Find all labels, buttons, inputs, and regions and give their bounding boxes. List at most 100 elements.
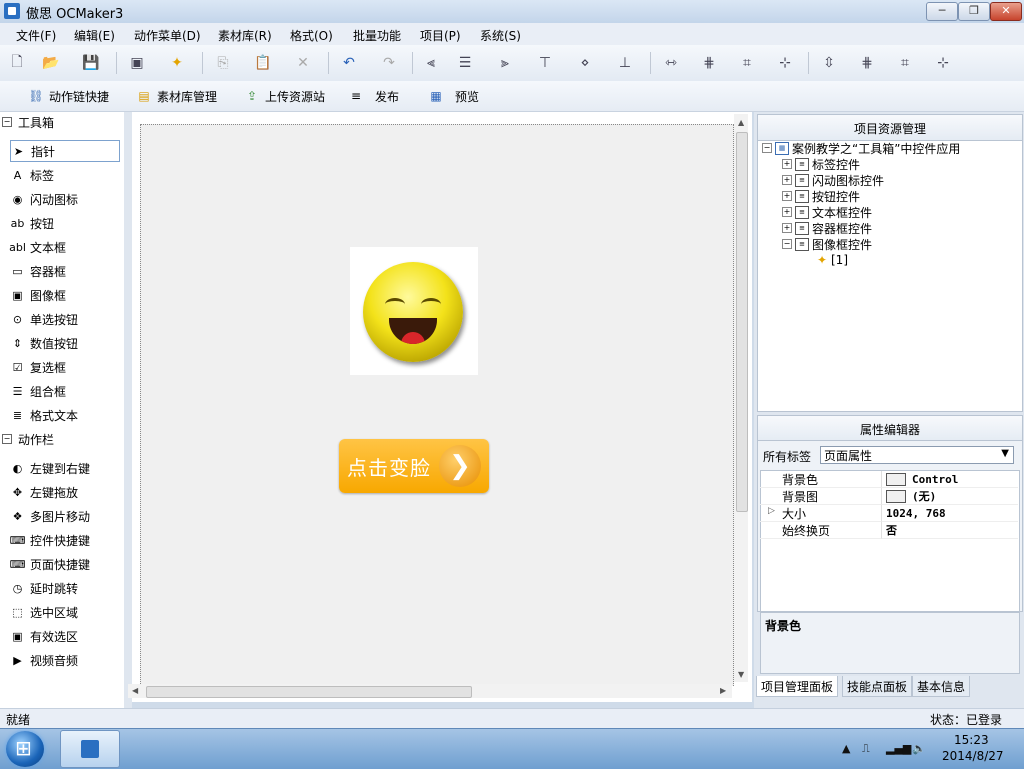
tab-skill-panel[interactable]: 技能点面板	[842, 676, 913, 697]
expand-icon[interactable]: +	[782, 175, 792, 185]
menu-file[interactable]: 文件(F)	[16, 27, 56, 44]
page-canvas[interactable]	[140, 124, 734, 686]
v-equal-icon[interactable]: ⌗	[896, 54, 914, 72]
action-valid-area[interactable]: ▣ 有效选区	[10, 625, 122, 647]
clock-time[interactable]: 15:23	[954, 733, 989, 747]
menu-batch[interactable]: 批量功能	[353, 27, 401, 44]
close-button[interactable]: ✕	[990, 2, 1022, 21]
action-drag[interactable]: ✥ 左键拖放	[10, 481, 122, 503]
menu-project[interactable]: 项目(P)	[420, 27, 461, 44]
actions-section-header[interactable]: − 动作栏	[2, 430, 122, 448]
menu-action[interactable]: 动作菜单(D)	[134, 27, 201, 44]
save-icon[interactable]: 💾	[82, 54, 100, 72]
expand-icon[interactable]: +	[782, 207, 792, 217]
v-distribute-icon[interactable]: ⋕	[858, 54, 876, 72]
tab-project-panel[interactable]: 项目管理面板	[756, 676, 839, 697]
tool-container[interactable]: ▭ 容器框	[10, 260, 122, 282]
menu-format[interactable]: 格式(O)	[290, 27, 333, 44]
align-middle-icon[interactable]: ⋄	[576, 54, 594, 72]
tray-expand-icon[interactable]: ▲	[842, 742, 850, 755]
open-folder-icon[interactable]: 📂	[42, 54, 60, 72]
v-shrink-icon[interactable]: ⊹	[934, 54, 952, 72]
property-row[interactable]: 背景图 (无)	[760, 488, 1018, 505]
puzzle-icon[interactable]: ✦	[168, 54, 186, 72]
tree-child-item[interactable]: ✦ [1]	[816, 252, 848, 268]
v-spacing-icon[interactable]: ⇳	[820, 54, 838, 72]
tool-combobox[interactable]: ☰ 组合框	[10, 380, 122, 402]
tool-richtext[interactable]: ≣ 格式文本	[10, 404, 122, 426]
action-chain-button[interactable]: ⛓ 动作链快捷	[28, 87, 109, 105]
tool-image[interactable]: ▣ 图像框	[10, 284, 122, 306]
redo-icon[interactable]: ↷	[380, 54, 398, 72]
action-page-hotkey[interactable]: ⌨ 页面快捷键	[10, 553, 122, 575]
align-left-icon[interactable]: ⫷	[422, 54, 440, 72]
align-top-icon[interactable]: ⊤	[536, 54, 554, 72]
change-face-button[interactable]: 点击变脸 ❯	[339, 439, 489, 493]
action-media[interactable]: ▶ 视频音频	[10, 649, 122, 671]
expand-icon[interactable]: +	[782, 191, 792, 201]
expand-icon[interactable]: +	[782, 223, 792, 233]
property-filter-select[interactable]: 页面属性 ▼	[820, 446, 1014, 464]
scroll-up-icon[interactable]: ▲	[738, 118, 744, 127]
h-spacing-icon[interactable]: ⇿	[662, 54, 680, 72]
new-file-icon[interactable]: 🗋	[8, 54, 26, 72]
tree-node[interactable]: + ≡ 标签控件	[782, 156, 860, 172]
vertical-scroll-thumb[interactable]	[736, 132, 748, 512]
tree-node[interactable]: + ≡ 按钮控件	[782, 188, 860, 204]
h-equal-icon[interactable]: ⌗	[738, 54, 756, 72]
menu-edit[interactable]: 编辑(E)	[74, 27, 115, 44]
menu-material[interactable]: 素材库(R)	[218, 27, 272, 44]
preview-button[interactable]: ▦ 预览	[428, 87, 479, 105]
tool-checkbox[interactable]: ☑ 复选框	[10, 356, 122, 378]
panel-splitter[interactable]	[124, 112, 132, 708]
delete-icon[interactable]: ✕	[294, 54, 312, 72]
usb-icon[interactable]: ⎍	[862, 742, 870, 756]
action-multi-image[interactable]: ❖ 多图片移动	[10, 505, 122, 527]
tree-root[interactable]: − ▦ 案例教学之“工具箱”中控件应用	[762, 140, 960, 156]
property-row[interactable]: 始终换页 否	[760, 522, 1018, 539]
minimize-button[interactable]: ─	[926, 2, 958, 21]
tool-pointer[interactable]: ➤ 指针	[10, 140, 120, 162]
paste-icon[interactable]: 📋	[254, 54, 272, 72]
action-mouse[interactable]: ◐ 左键到右键	[10, 457, 122, 479]
material-library-button[interactable]: ▤ 素材库管理	[136, 87, 217, 105]
tree-node[interactable]: − ≡ 图像框控件	[782, 236, 872, 252]
expand-icon[interactable]: ▷	[768, 506, 775, 516]
align-bottom-icon[interactable]: ⊥	[616, 54, 634, 72]
tool-radio[interactable]: ⊙ 单选按钮	[10, 308, 122, 330]
scroll-left-icon[interactable]: ◀	[132, 686, 138, 695]
action-select-area[interactable]: ⬚ 选中区域	[10, 601, 122, 623]
menu-system[interactable]: 系统(S)	[480, 27, 521, 44]
h-shrink-icon[interactable]: ⊹	[776, 54, 794, 72]
network-icon[interactable]: ▂▄▆	[886, 742, 911, 755]
align-center-icon[interactable]: ☰	[456, 54, 474, 72]
property-row[interactable]: 背景色 Control	[760, 471, 1018, 488]
tool-flash[interactable]: ◉ 闪动图标	[10, 188, 122, 210]
scroll-right-icon[interactable]: ▶	[720, 686, 726, 695]
expand-icon[interactable]: +	[782, 159, 792, 169]
upload-button[interactable]: ⇪ 上传资源站	[244, 87, 325, 105]
tab-basic-info[interactable]: 基本信息	[912, 676, 971, 697]
page-icon[interactable]: ▣	[128, 54, 146, 72]
property-row[interactable]: ▷ 大小 1024, 768	[760, 505, 1018, 522]
tree-node[interactable]: + ≡ 容器框控件	[782, 220, 872, 236]
collapse-icon[interactable]: −	[782, 239, 792, 249]
publish-button[interactable]: ≡ 发布	[348, 87, 399, 105]
copy-icon[interactable]: ⎘	[214, 54, 232, 72]
tool-numeric[interactable]: ⇕ 数值按钮	[10, 332, 122, 354]
horizontal-scroll-thumb[interactable]	[146, 686, 472, 698]
start-button[interactable]	[6, 731, 44, 767]
tool-textbox[interactable]: abl 文本框	[9, 236, 122, 258]
tool-button[interactable]: ab 按钮	[10, 212, 122, 234]
action-timer[interactable]: ◷ 延时跳转	[10, 577, 122, 599]
h-distribute-icon[interactable]: ⋕	[700, 54, 718, 72]
taskbar-app-button[interactable]	[60, 730, 120, 768]
align-right-icon[interactable]: ⫸	[496, 54, 514, 72]
action-control-hotkey[interactable]: ⌨ 控件快捷键	[10, 529, 122, 551]
clock-date[interactable]: 2014/8/27	[942, 749, 1004, 763]
toolbox-section-header[interactable]: − 工具箱	[2, 113, 122, 131]
tree-node[interactable]: + ≡ 闪动图标控件	[782, 172, 884, 188]
tool-label[interactable]: A 标签	[10, 164, 122, 186]
undo-icon[interactable]: ↶	[340, 54, 358, 72]
scroll-down-icon[interactable]: ▼	[738, 670, 744, 679]
